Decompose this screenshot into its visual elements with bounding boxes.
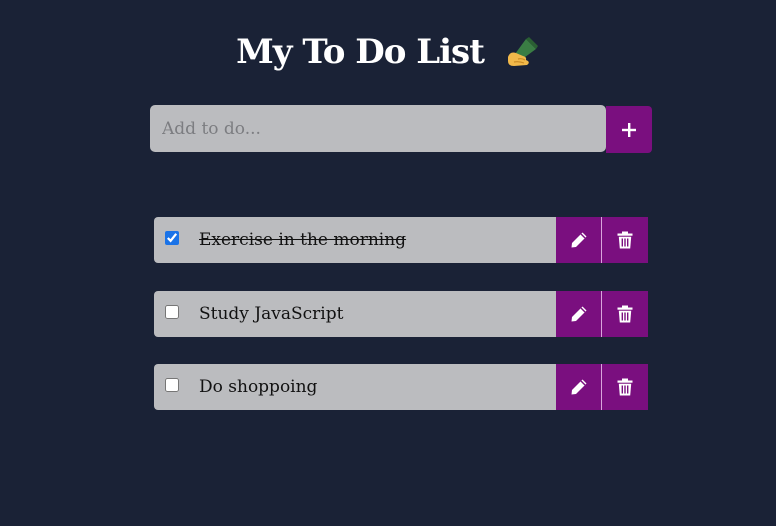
todo-item: Study JavaScript: [154, 291, 649, 337]
todo-item: Do shoppoing: [154, 364, 649, 410]
todo-checkbox[interactable]: [165, 231, 179, 245]
plus-icon: [622, 122, 636, 137]
add-todo-button[interactable]: [606, 106, 652, 153]
header: My To Do List: [0, 28, 776, 76]
edit-todo-button[interactable]: [556, 291, 602, 337]
todo-checkbox[interactable]: [165, 305, 179, 319]
pencil-icon: [571, 379, 586, 395]
todo-checkbox[interactable]: [165, 378, 179, 392]
todo-body: Exercise in the morning: [154, 217, 556, 263]
todo-text: Exercise in the morning: [199, 230, 407, 250]
todo-text: Study JavaScript: [199, 304, 344, 324]
page-title: My To Do List: [236, 32, 485, 72]
add-todo-input[interactable]: [150, 105, 606, 152]
add-todo-form: [150, 105, 652, 153]
todo-body: Do shoppoing: [154, 364, 556, 410]
edit-todo-button[interactable]: [556, 364, 602, 410]
trash-icon: [617, 231, 633, 249]
delete-todo-button[interactable]: [602, 217, 648, 263]
delete-todo-button[interactable]: [602, 364, 648, 410]
todo-text: Do shoppoing: [199, 377, 318, 397]
todo-item: Exercise in the morning: [154, 217, 649, 263]
pencil-icon: [571, 306, 586, 322]
edit-todo-button[interactable]: [556, 217, 602, 263]
trash-icon: [617, 305, 633, 323]
trash-icon: [617, 378, 633, 396]
delete-todo-button[interactable]: [602, 291, 648, 337]
pencil-icon: [571, 232, 586, 248]
writing-hand-icon: [506, 35, 540, 69]
todo-body: Study JavaScript: [154, 291, 556, 337]
